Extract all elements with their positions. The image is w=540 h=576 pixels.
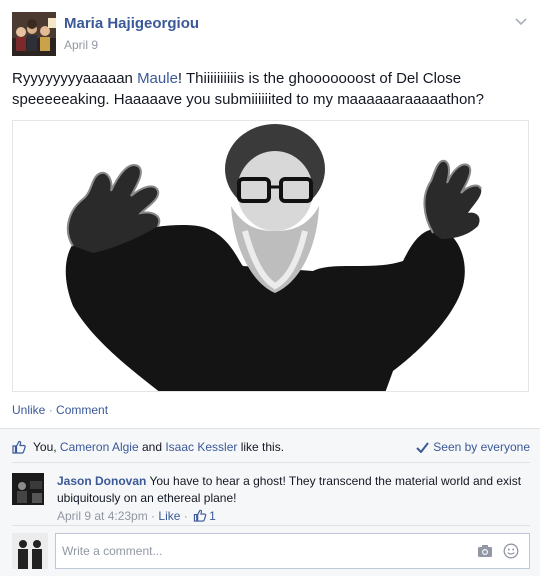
author-avatar[interactable]: [12, 12, 56, 56]
comment-like-link[interactable]: Like: [158, 509, 180, 523]
post-message: Ryyyyyyyyaaaaan Maule! Thiiiiiiiiiis is …: [12, 68, 530, 110]
post-actions: Unlike · Comment: [12, 403, 108, 417]
meta-separator-2: ·: [180, 509, 192, 523]
post-photo[interactable]: [12, 120, 529, 392]
comment-link[interactable]: Comment: [56, 403, 108, 417]
like-thumb-icon[interactable]: [193, 509, 207, 525]
commenter-avatar[interactable]: [12, 473, 44, 505]
liker-link-2[interactable]: Isaac Kessler: [165, 440, 237, 454]
viewer-avatar: [12, 533, 48, 569]
camera-icon[interactable]: [477, 544, 493, 558]
photo-of-bearded-man-icon: [13, 121, 528, 391]
comment-input[interactable]: [62, 542, 462, 560]
meta-separator: ·: [147, 509, 159, 523]
mention-link[interactable]: Maule: [137, 70, 178, 87]
divider: [12, 462, 530, 463]
seen-by-everyone[interactable]: Seen by everyone: [416, 440, 530, 456]
feedback-section: You, Cameron Algie and Isaac Kessler lik…: [0, 428, 540, 576]
chevron-down-icon[interactable]: [514, 14, 528, 28]
commenter-name-link[interactable]: Jason Donovan: [57, 474, 146, 488]
likes-summary: You, Cameron Algie and Isaac Kessler lik…: [12, 439, 530, 457]
liker-link-1[interactable]: Cameron Algie: [60, 440, 139, 454]
likes-suffix: like this.: [237, 440, 285, 454]
actions-separator: ·: [45, 403, 57, 417]
comment-body: Jason Donovan You have to hear a ghost! …: [57, 473, 527, 507]
comment-meta: April 9 at 4:23pm · Like · 1: [57, 509, 216, 525]
like-thumb-icon: [12, 440, 26, 454]
likes-prefix: You,: [33, 440, 60, 454]
divider: [12, 525, 530, 526]
checkmark-icon: [416, 442, 430, 456]
comment-timestamp[interactable]: April 9 at 4:23pm: [57, 509, 148, 523]
comment-composer[interactable]: [55, 533, 530, 569]
author-name-link[interactable]: Maria Hajigeorgiou: [64, 15, 199, 32]
unlike-link[interactable]: Unlike: [12, 403, 45, 417]
comment-like-count[interactable]: 1: [209, 509, 216, 523]
news-feed-post: Maria Hajigeorgiou April 9 Ryyyyyyyyaaaa…: [0, 0, 540, 576]
post-timestamp[interactable]: April 9: [64, 38, 98, 52]
post-message-text: Ryyyyyyyyaaaaan: [12, 70, 138, 87]
comment-item: Jason Donovan You have to hear a ghost! …: [12, 473, 530, 527]
emoji-icon[interactable]: [503, 543, 519, 559]
likes-and: and: [138, 440, 166, 454]
likes-text: You, Cameron Algie and Isaac Kessler lik…: [33, 440, 284, 454]
seen-label: Seen by everyone: [433, 440, 530, 454]
